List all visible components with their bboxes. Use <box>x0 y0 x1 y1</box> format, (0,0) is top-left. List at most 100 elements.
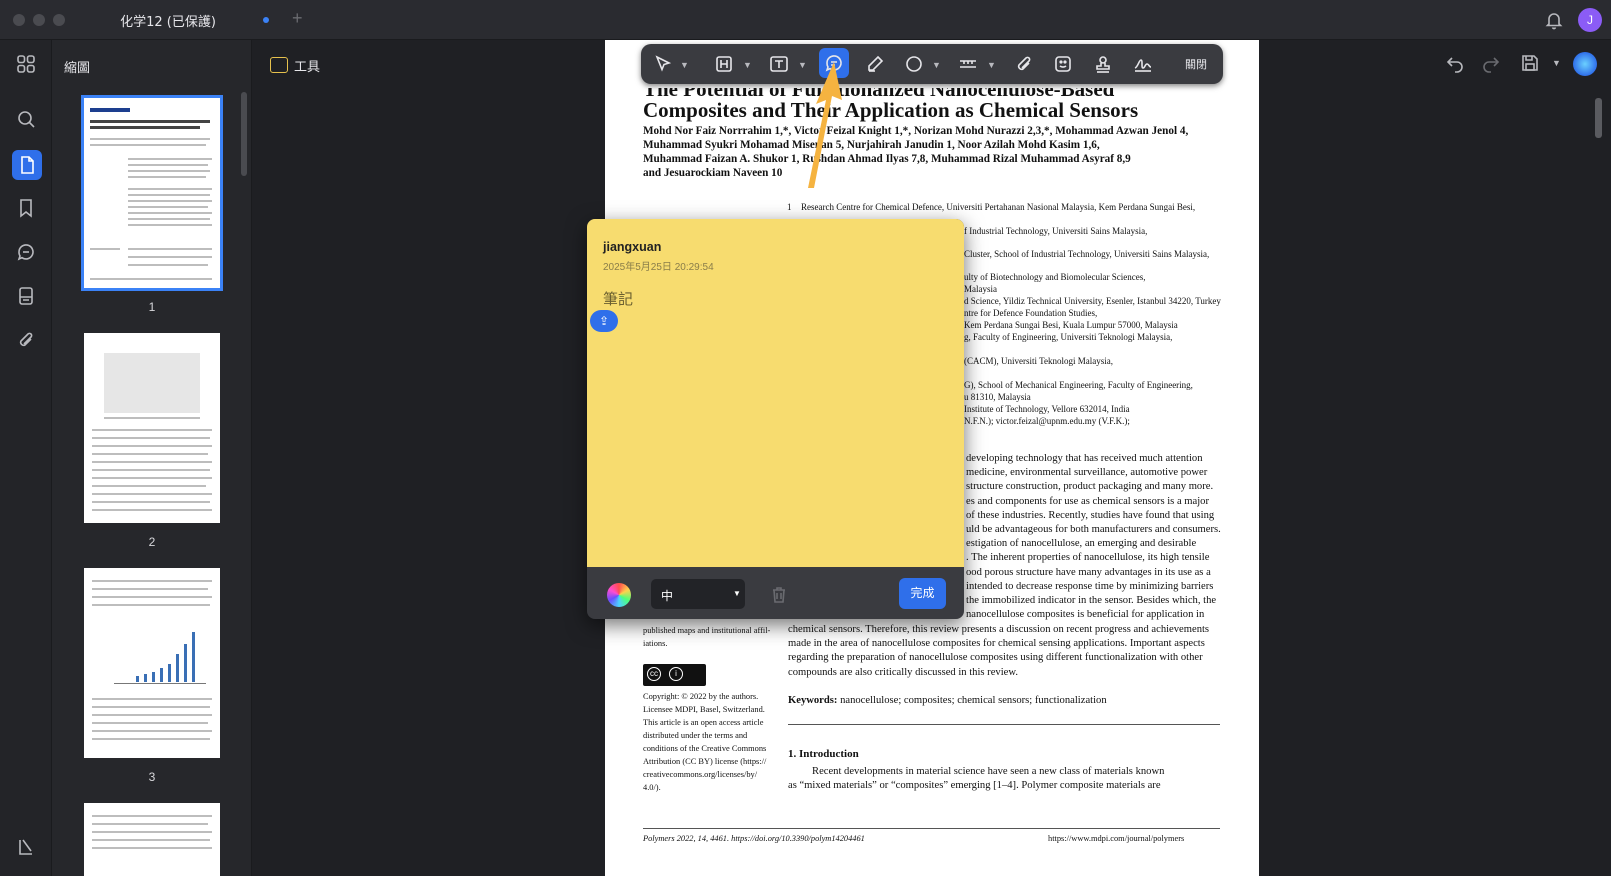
abstract-line: uld be advantageous for both manufacture… <box>966 524 1221 536</box>
abstract-line: nanocellulose composites is beneficial f… <box>966 609 1205 621</box>
abstract-line: estigation of nanocellulose, an emerging… <box>966 538 1197 550</box>
copyright-line: Licensee MDPI, Basel, Switzerland. <box>643 705 765 714</box>
window-zoom-button[interactable] <box>53 14 65 26</box>
ai-assistant-icon[interactable] <box>1573 52 1597 76</box>
tools-button[interactable]: 工具 <box>270 52 330 78</box>
undo-icon[interactable] <box>1445 53 1465 78</box>
note-timestamp: 2025年5月25日 20:29:54 <box>603 262 714 273</box>
delete-note-icon[interactable] <box>769 584 789 604</box>
page-thumbnail-3[interactable] <box>84 568 220 758</box>
side-note-line: iations. <box>643 639 668 648</box>
abstract-line: es and components for use as chemical se… <box>966 495 1209 507</box>
copyright-block: Copyright: © 2022 by the authors. Licens… <box>643 690 773 794</box>
abstract-line: medicine, environmental surveillance, au… <box>966 467 1208 479</box>
abstract-line: developing technology that has received … <box>966 453 1203 464</box>
abstract-line: chemical sensors. Therefore, this review… <box>788 624 1210 635</box>
abstract-line: ood porous structure have many advantage… <box>966 566 1211 578</box>
search-icon[interactable] <box>14 107 38 131</box>
copyright-line: Attribution (CC BY) license (https:// <box>643 757 767 766</box>
size-dropdown-icon[interactable]: ▼ <box>733 589 741 598</box>
keywords-value: nanocellulose; composites; chemical sens… <box>840 695 1107 706</box>
select-cursor-icon[interactable] <box>651 52 675 76</box>
publisher-note: published maps and institutional affil- … <box>643 624 778 650</box>
author-line: Mohd Nor Faiz Norrrahim 1,*, Victor Feiz… <box>643 125 1189 137</box>
affiliation-line: g, Faculty of Engineering, Universiti Te… <box>964 332 1173 342</box>
done-button[interactable]: 完成 <box>899 578 946 609</box>
signature-icon[interactable] <box>1131 52 1155 76</box>
text-box-icon[interactable] <box>767 52 791 76</box>
copyright-line: conditions of the Creative Commons <box>643 744 767 753</box>
new-tab-button[interactable]: + <box>292 8 303 29</box>
select-dropdown-icon[interactable]: ▼ <box>680 60 689 70</box>
shape-dropdown-icon[interactable]: ▼ <box>932 60 941 70</box>
affiliation-line: N.F.N.); victor.feizal@upnm.edu.my (V.F.… <box>964 416 1130 426</box>
abstract-line: intended to decrease response time by mi… <box>966 580 1214 592</box>
abstract-line: compounds are also critically discussed … <box>788 666 1018 678</box>
footer-divider <box>643 828 1220 829</box>
page-thumbnail-1[interactable] <box>81 95 223 291</box>
stamp-icon[interactable] <box>1091 52 1115 76</box>
comments-icon[interactable] <box>14 240 38 264</box>
note-size-select[interactable]: 中 <box>651 579 745 609</box>
author-list: Mohd Nor Faiz Norrrahim 1,*, Victor Feiz… <box>643 124 1233 180</box>
affiliation-line: (CACM), Universiti Teknologi Malaysia, <box>964 356 1113 366</box>
thumbnail-panel-title: 縮圖 <box>64 61 91 76</box>
keywords: Keywords: nanocellulose; composites; che… <box>788 694 1228 708</box>
page-thumbnail-4[interactable] <box>84 803 220 876</box>
form-fields-icon[interactable] <box>14 284 38 308</box>
highlight-icon[interactable] <box>712 52 736 76</box>
side-note-line: published maps and institutional affil- <box>643 626 771 635</box>
intro-line: as “mixed materials” or “composites” eme… <box>788 780 1161 792</box>
shape-circle-icon[interactable] <box>902 52 926 76</box>
note-pin-icon[interactable]: ⇪ <box>590 310 618 332</box>
close-toolbar-button[interactable]: 關閉 <box>1185 56 1207 72</box>
user-avatar[interactable]: J <box>1578 8 1602 32</box>
unsaved-dot <box>263 17 269 23</box>
tools-label: 工具 <box>294 59 321 75</box>
copyright-line: 4.0/). <box>643 783 661 792</box>
affiliation-line: Malaysia <box>964 284 997 294</box>
page-thumbnail-2[interactable] <box>84 333 220 523</box>
affiliation-line: Cluster, School of Industrial Technology… <box>964 249 1210 259</box>
note-text[interactable]: 筆記 <box>603 288 633 309</box>
abstract-line: structure construction, product packagin… <box>966 481 1214 493</box>
page-number-1: 1 <box>148 300 156 314</box>
affiliation-line: ntre for Defence Foundation Studies, <box>964 308 1098 318</box>
footer-citation: Polymers 2022, 14, 4461. https://doi.org… <box>643 834 865 843</box>
attach-icon[interactable] <box>1012 52 1036 76</box>
title-line-2: Composites and Their Application as Chem… <box>643 98 1139 122</box>
measure-icon[interactable] <box>956 52 980 76</box>
affiliation-line: Institute of Technology, Vellore 632014,… <box>964 404 1130 414</box>
author-line: Muhammad Syukri Mohamad Misenan 5, Nurja… <box>643 139 1100 151</box>
pages-icon[interactable] <box>12 150 42 180</box>
pencil-icon[interactable] <box>863 52 887 76</box>
author-line: and Jesuarockiam Naveen 10 <box>643 167 783 179</box>
attachment-icon[interactable] <box>14 328 38 352</box>
measure-dropdown-icon[interactable]: ▼ <box>987 60 996 70</box>
toolbox-icon <box>270 57 288 73</box>
document-scrollbar[interactable] <box>1595 98 1602 138</box>
redo-icon[interactable] <box>1481 53 1501 78</box>
color-picker-icon[interactable] <box>607 583 631 607</box>
affiliation-line: u 81310, Malaysia <box>964 392 1031 402</box>
abstract-text-full: chemical sensors. Therefore, this review… <box>788 623 1228 680</box>
save-icon[interactable] <box>1520 53 1540 78</box>
thumbnail-scrollbar[interactable] <box>241 92 247 176</box>
highlight-dropdown-icon[interactable]: ▼ <box>743 60 752 70</box>
sticker-icon[interactable] <box>1051 52 1075 76</box>
bookmark-icon[interactable] <box>14 196 38 220</box>
save-dropdown-icon[interactable]: ▼ <box>1552 58 1561 68</box>
tab-title: 化学12 (已保護) <box>120 15 216 30</box>
intro-text: Recent developments in material science … <box>788 765 1228 793</box>
window-close-button[interactable] <box>13 14 25 26</box>
cc-by-license-badge: cc i <box>643 664 706 686</box>
notification-bell-icon[interactable] <box>1544 10 1564 30</box>
note-author: jiangxuan <box>603 240 662 254</box>
window-minimize-button[interactable] <box>33 14 45 26</box>
affiliation-line: d Science, Yildiz Technical University, … <box>964 296 1221 306</box>
grid-view-icon[interactable] <box>14 52 38 76</box>
author-line: Muhammad Faizan A. Shukor 1, Rushdan Ahm… <box>643 153 1131 165</box>
footer-url: https://www.mdpi.com/journal/polymers <box>1048 834 1185 843</box>
library-icon[interactable] <box>14 835 38 859</box>
abstract-line: regarding the preparation of nanocellulo… <box>788 652 1203 664</box>
